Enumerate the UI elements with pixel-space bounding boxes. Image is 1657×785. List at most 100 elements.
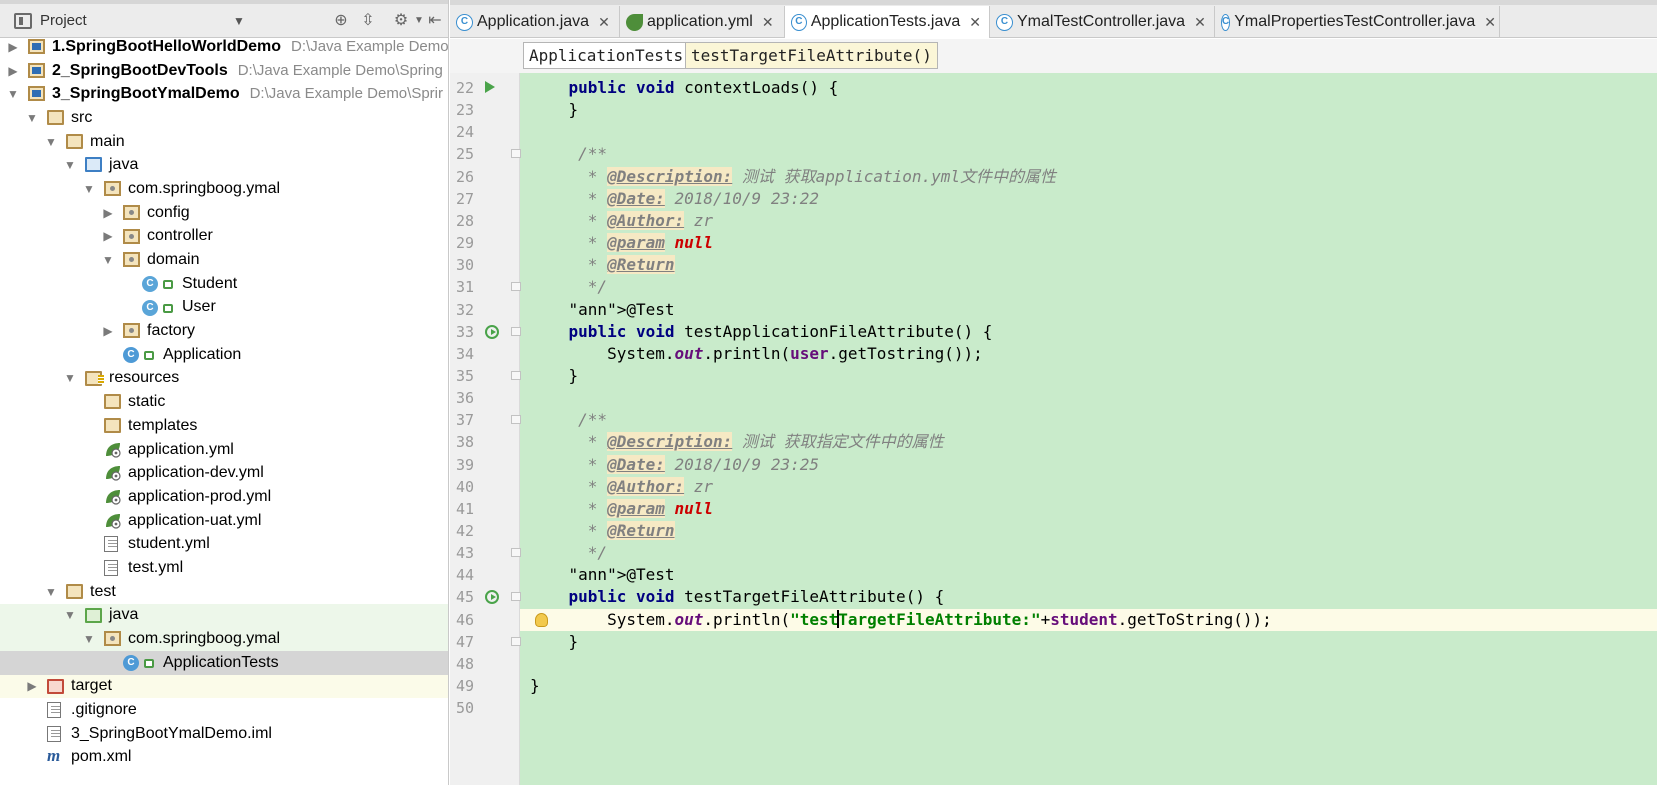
editor-tab[interactable]: C ApplicationTests.java ✕	[785, 6, 990, 38]
tree-item[interactable]: ▼ src	[0, 106, 448, 130]
code-line[interactable]: 42 * @Return	[450, 520, 1657, 542]
run-test-icon[interactable]	[485, 81, 495, 93]
chevron-right-icon[interactable]: ▶	[25, 679, 39, 693]
editor-tab[interactable]: C YmalTestController.java ✕	[990, 6, 1215, 38]
tree-item[interactable]: ▼ test	[0, 580, 448, 604]
code-line[interactable]: 35 }	[450, 365, 1657, 387]
code-line[interactable]: 41 * @param null	[450, 498, 1657, 520]
tree-item[interactable]: ▶ config	[0, 201, 448, 225]
code-line[interactable]: 36	[450, 387, 1657, 409]
close-icon[interactable]: ✕	[969, 14, 981, 31]
code-line[interactable]: 32 "ann">@Test	[450, 299, 1657, 321]
code-line[interactable]: 34 System.out.println(user.getTostring()…	[450, 343, 1657, 365]
tree-item[interactable]: ▶ 2_SpringBootDevTools D:\Java Example Dem…	[0, 59, 448, 83]
code-line[interactable]: 49}	[450, 675, 1657, 697]
code-line[interactable]: 31 */	[450, 276, 1657, 298]
close-icon[interactable]: ✕	[1484, 14, 1496, 31]
tree-item[interactable]: ▶ controller	[0, 225, 448, 249]
tree-item[interactable]: templates	[0, 414, 448, 438]
code-line[interactable]: 43 */	[450, 542, 1657, 564]
tree-item[interactable]: application-uat.yml	[0, 509, 448, 533]
breadcrumb-class[interactable]: ApplicationTests	[523, 42, 690, 69]
code-line[interactable]: 22 public void contextLoads() {	[450, 77, 1657, 99]
code-line[interactable]: 25 /**	[450, 143, 1657, 165]
code-line[interactable]: 39 * @Date: 2018/10/9 23:25	[450, 454, 1657, 476]
tree-item[interactable]: .gitignore	[0, 698, 448, 722]
editor-tab[interactable]: C YmalPropertiesTestController.java ✕	[1215, 6, 1500, 38]
close-icon[interactable]: ✕	[1194, 14, 1206, 31]
code-line[interactable]: 26 * @Description: 测试 获取application.yml文…	[450, 166, 1657, 188]
code-line[interactable]: 30 * @Return	[450, 254, 1657, 276]
tree-item[interactable]: application.yml	[0, 438, 448, 462]
fold-marker-icon[interactable]	[511, 548, 521, 558]
code-line[interactable]: 40 * @Author: zr	[450, 476, 1657, 498]
tree-item[interactable]: C ApplicationTests	[0, 650, 448, 675]
breadcrumb-method[interactable]: testTargetFileAttribute()	[685, 42, 938, 69]
gear-icon[interactable]: ⚙	[391, 12, 411, 30]
tree-item[interactable]: ▶ target	[0, 674, 448, 699]
chevron-right-icon[interactable]: ▶	[6, 40, 20, 54]
locate-icon[interactable]: ⊕	[331, 12, 351, 30]
chevron-right-icon[interactable]: ▶	[6, 64, 20, 78]
tree-item[interactable]: ▼ domain	[0, 248, 448, 272]
fold-marker-icon[interactable]	[511, 415, 521, 425]
code-line[interactable]: 46 System.out.println("testTargetFileAtt…	[450, 608, 1657, 631]
code-line[interactable]: 29 * @param null	[450, 232, 1657, 254]
tree-item[interactable]: ▼ com.springboog.ymal	[0, 177, 448, 201]
tree-item[interactable]: ▼ com.springboog.ymal	[0, 627, 448, 651]
editor-tab[interactable]: application.yml ✕	[620, 6, 785, 38]
chevron-right-icon[interactable]: ▶	[101, 229, 115, 243]
chevron-down-icon[interactable]: ▼	[63, 371, 77, 385]
fold-marker-icon[interactable]	[511, 370, 521, 380]
tree-item[interactable]: ▶ 1.SpringBootHelloWorldDemo D:\Java Examp…	[0, 35, 448, 59]
chevron-right-icon[interactable]: ▶	[101, 324, 115, 338]
tree-item[interactable]: C User	[0, 296, 448, 320]
project-view-title[interactable]: Project	[40, 12, 87, 29]
collapse-all-icon[interactable]: ⇳	[358, 12, 378, 30]
tree-item[interactable]: C Student	[0, 272, 448, 296]
chevron-down-icon[interactable]: ▼	[44, 135, 58, 149]
chevron-down-icon[interactable]: ▼	[233, 14, 245, 28]
chevron-right-icon[interactable]: ▶	[101, 206, 115, 220]
fold-marker-icon[interactable]	[511, 326, 521, 336]
code-line[interactable]: 24	[450, 121, 1657, 143]
chevron-down-icon[interactable]: ▼	[6, 87, 20, 101]
fold-marker-icon[interactable]	[511, 636, 521, 646]
hide-panel-icon[interactable]: ⇤	[425, 12, 445, 30]
fold-marker-icon[interactable]	[511, 282, 521, 292]
code-line[interactable]: 23 }	[450, 99, 1657, 121]
code-line[interactable]: 33 public void testApplicationFileAttrib…	[450, 321, 1657, 343]
code-line[interactable]: 27 * @Date: 2018/10/9 23:22	[450, 188, 1657, 210]
tree-item[interactable]: ▶ factory	[0, 319, 448, 343]
close-icon[interactable]: ✕	[598, 14, 610, 31]
tree-item[interactable]: m pom.xml	[0, 746, 448, 770]
chevron-down-icon[interactable]: ▼	[63, 158, 77, 172]
code-line[interactable]: 28 * @Author: zr	[450, 210, 1657, 232]
editor-tab[interactable]: C Application.java ✕	[450, 6, 620, 38]
chevron-down-icon[interactable]: ▼	[82, 182, 96, 196]
fold-marker-icon[interactable]	[511, 592, 521, 602]
chevron-down-icon[interactable]: ▼	[82, 632, 96, 646]
tree-item[interactable]: C Application	[0, 343, 448, 367]
code-line[interactable]: 38 * @Description: 测试 获取指定文件中的属性	[450, 431, 1657, 453]
tree-item[interactable]: ▼ java	[0, 153, 448, 177]
intention-bulb-icon[interactable]	[535, 612, 548, 627]
code-line[interactable]: 48	[450, 653, 1657, 675]
tree-item[interactable]: student.yml	[0, 532, 448, 556]
rerun-test-icon[interactable]	[485, 324, 499, 339]
chevron-down-icon[interactable]: ▼	[101, 253, 115, 267]
tree-item[interactable]: application-dev.yml	[0, 461, 448, 485]
code-line[interactable]: 50	[450, 697, 1657, 719]
tree-item[interactable]: test.yml	[0, 556, 448, 580]
code-line[interactable]: 47 }	[450, 631, 1657, 653]
fold-marker-icon[interactable]	[511, 149, 521, 159]
code-line[interactable]: 44 "ann">@Test	[450, 564, 1657, 586]
tree-item[interactable]: ▼ 3_SpringBootYmalDemo D:\Java Example Dem…	[0, 82, 448, 106]
tree-item[interactable]: static	[0, 390, 448, 414]
tree-item[interactable]: ▼ java	[0, 603, 448, 628]
tree-item[interactable]: application-prod.yml	[0, 485, 448, 509]
tree-item[interactable]: 3_SpringBootYmalDemo.iml	[0, 722, 448, 746]
code-line[interactable]: 37 /**	[450, 409, 1657, 431]
chevron-down-icon[interactable]: ▼	[44, 585, 58, 599]
tree-item[interactable]: ▼ main	[0, 130, 448, 154]
